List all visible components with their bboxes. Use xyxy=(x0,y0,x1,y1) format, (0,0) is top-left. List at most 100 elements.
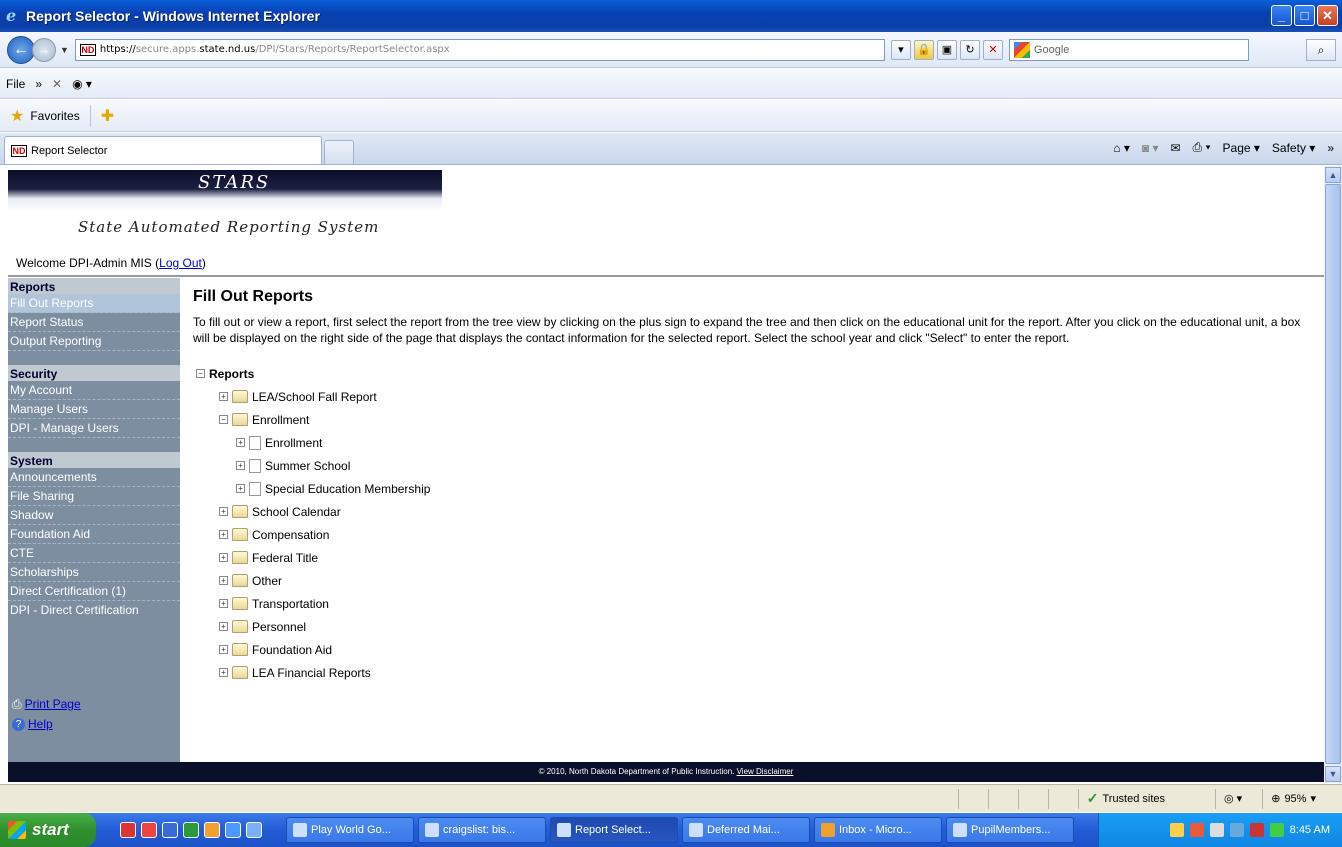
taskbar-button[interactable]: Inbox - Micro... xyxy=(814,817,942,843)
tree-root[interactable]: − Reports xyxy=(196,362,254,385)
collapse-icon[interactable]: − xyxy=(196,369,205,378)
tree-node[interactable]: + Transportation xyxy=(219,592,329,615)
sidebar-item-foundation-aid[interactable]: Foundation Aid xyxy=(8,525,180,544)
logout-link[interactable]: Log Out xyxy=(159,256,202,270)
sidebar-item-shadow[interactable]: Shadow xyxy=(8,506,180,525)
help-link[interactable]: Help xyxy=(28,717,53,731)
start-button[interactable]: start xyxy=(0,813,96,847)
volume-icon[interactable] xyxy=(1209,823,1224,837)
menu-file[interactable]: File xyxy=(6,77,25,91)
tree-node[interactable]: + LEA Financial Reports xyxy=(219,661,371,684)
back-button[interactable]: ← xyxy=(7,35,35,64)
network-icon[interactable] xyxy=(1229,823,1244,837)
taskbar-button[interactable]: Report Select... xyxy=(550,817,678,843)
expand-icon[interactable]: + xyxy=(219,599,228,608)
expand-icon[interactable]: + xyxy=(236,461,245,470)
tree-node[interactable]: + Foundation Aid xyxy=(219,638,332,661)
sidebar-item-my-account[interactable]: My Account xyxy=(8,381,180,400)
sidebar-item-output-reporting[interactable]: Output Reporting xyxy=(8,332,180,351)
quicklaunch-pdf-icon[interactable] xyxy=(120,822,136,838)
expand-icon[interactable]: + xyxy=(219,668,228,677)
scroll-down-icon[interactable]: ▼ xyxy=(1325,766,1341,782)
expand-icon[interactable]: + xyxy=(219,576,228,585)
new-tab-button[interactable] xyxy=(324,140,354,164)
expand-icon[interactable]: + xyxy=(236,438,245,447)
tree-node[interactable]: + Summer School xyxy=(236,454,350,477)
quicklaunch-ie2-icon[interactable] xyxy=(246,822,262,838)
tree-node[interactable]: + Federal Title xyxy=(219,546,318,569)
taskbar-button[interactable]: craigslist: bis... xyxy=(418,817,546,843)
tray-icon[interactable] xyxy=(1269,823,1284,837)
sidebar-item-scholarships[interactable]: Scholarships xyxy=(8,563,180,582)
title-bar[interactable]: e Report Selector - Windows Internet Exp… xyxy=(0,0,1342,32)
sidebar-item-dpi-manage-users[interactable]: DPI - Manage Users xyxy=(8,419,180,438)
mail-icon[interactable]: ✉ xyxy=(1170,141,1180,155)
scroll-thumb[interactable] xyxy=(1325,184,1341,764)
feeds-icon[interactable]: ◙ ▾ xyxy=(1142,141,1159,155)
quicklaunch-ie-icon[interactable] xyxy=(225,822,241,838)
clock[interactable]: 8:45 AM xyxy=(1290,824,1330,836)
tree-node[interactable]: + Compensation xyxy=(219,523,329,546)
quicklaunch-app-icon[interactable] xyxy=(141,822,157,838)
sidebar-item-file-sharing[interactable]: File Sharing xyxy=(8,487,180,506)
expand-icon[interactable]: + xyxy=(236,484,245,493)
taskbar-button[interactable]: Play World Go... xyxy=(286,817,414,843)
home-icon[interactable]: ⌂ ▾ xyxy=(1113,141,1130,155)
tab-report-selector[interactable]: ND Report Selector xyxy=(4,136,322,164)
quicklaunch-word-icon[interactable] xyxy=(162,822,178,838)
tree-node[interactable]: + Special Education Membership xyxy=(236,477,430,500)
toolbar-addon-icon[interactable]: ◉ ▾ xyxy=(72,77,92,91)
quicklaunch-excel-icon[interactable] xyxy=(183,822,199,838)
protected-mode-icon[interactable]: ◎ ▾ xyxy=(1215,788,1262,809)
tray-icon[interactable] xyxy=(1169,823,1184,837)
tree-node[interactable]: + Enrollment xyxy=(236,431,322,454)
tree-node[interactable]: + Personnel xyxy=(219,615,306,638)
minimize-button[interactable]: _ xyxy=(1271,5,1292,26)
lock-icon[interactable]: 🔒 xyxy=(913,39,934,60)
disclaimer-link[interactable]: View Disclaimer xyxy=(737,767,794,776)
tray-icon[interactable] xyxy=(1189,823,1204,837)
tree-node[interactable]: − Enrollment xyxy=(219,408,309,431)
add-favorite-icon[interactable]: ✚ xyxy=(101,106,114,126)
scroll-up-icon[interactable]: ▲ xyxy=(1325,167,1341,183)
search-button[interactable]: ⌕ xyxy=(1306,38,1336,61)
page-menu[interactable]: Page ▾ xyxy=(1223,141,1260,155)
taskbar-button[interactable]: PupilMembers... xyxy=(946,817,1074,843)
safety-menu[interactable]: Safety ▾ xyxy=(1272,141,1315,155)
address-dropdown-icon[interactable]: ▾ xyxy=(890,39,911,60)
address-input[interactable]: ND https://secure.apps. state.nd.us/DPI/S… xyxy=(74,38,885,61)
maximize-button[interactable]: □ xyxy=(1294,5,1315,26)
collapse-icon[interactable]: − xyxy=(219,415,228,424)
zoom-control[interactable]: ⊕ 95% ▾ xyxy=(1262,788,1342,809)
quicklaunch-outlook-icon[interactable] xyxy=(204,822,220,838)
refresh-icon[interactable]: ↻ xyxy=(959,39,980,60)
sidebar-item-direct-certification[interactable]: Direct Certification (1) xyxy=(8,582,180,601)
stop-icon[interactable]: ✕ xyxy=(982,39,1003,60)
sidebar-item-report-status[interactable]: Report Status xyxy=(8,313,180,332)
expand-icon[interactable]: + xyxy=(219,645,228,654)
sidebar-item-manage-users[interactable]: Manage Users xyxy=(8,400,180,419)
print-icon[interactable]: ⎙ ▾ xyxy=(1193,140,1211,155)
sidebar-item-fill-out-reports[interactable]: Fill Out Reports xyxy=(8,294,180,313)
sidebar-item-cte[interactable]: CTE xyxy=(8,544,180,563)
expand-icon[interactable]: + xyxy=(219,507,228,516)
print-page-link[interactable]: Print Page xyxy=(25,697,81,711)
expand-icon[interactable]: + xyxy=(219,622,228,631)
zoom-dropdown-icon[interactable]: ▾ xyxy=(1310,792,1316,805)
favorites-button[interactable]: Favorites xyxy=(30,109,79,123)
compatibility-icon[interactable]: ▣ xyxy=(936,39,957,60)
tree-node[interactable]: + LEA/School Fall Report xyxy=(219,385,377,408)
sidebar-item-announcements[interactable]: Announcements xyxy=(8,468,180,487)
taskbar-button[interactable]: Deferred Mai... xyxy=(682,817,810,843)
expand-icon[interactable]: + xyxy=(219,553,228,562)
search-input[interactable]: Google xyxy=(1008,38,1249,61)
forward-button[interactable]: → xyxy=(32,37,56,62)
cmd-overflow[interactable]: » xyxy=(1327,141,1334,155)
tree-node[interactable]: + School Calendar xyxy=(219,500,341,523)
tray-icon[interactable] xyxy=(1249,823,1264,837)
close-button[interactable]: ✕ xyxy=(1317,5,1338,26)
security-zone[interactable]: ✓ Trusted sites xyxy=(1077,788,1215,809)
expand-icon[interactable]: + xyxy=(219,392,228,401)
close-toolbar-icon[interactable]: ✕ xyxy=(52,77,62,91)
expand-icon[interactable]: + xyxy=(219,530,228,539)
